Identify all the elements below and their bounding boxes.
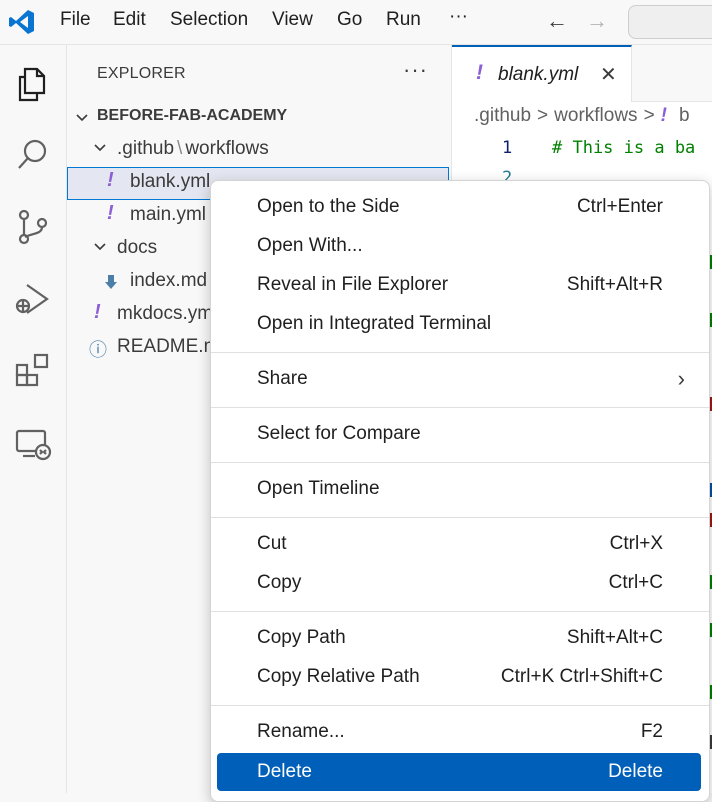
markdown-download-icon [105,275,117,289]
tab-blank-yml[interactable]: ! blank.yml ✕ [452,45,632,102]
shortcut: F2 [640,721,663,742]
menu-item-copy-relative-path[interactable]: Copy Relative Path Ctrl+K Ctrl+Shift+C [217,661,701,694]
breadcrumb-separator: > [643,105,655,126]
extensions-icon[interactable] [13,351,53,391]
title-bar: File Edit Selection View Go Run ··· ← → [0,0,712,45]
folder-label: docs [117,237,158,258]
folder-label: .github \ workflows [117,138,269,159]
yaml-file-icon: ! [660,105,667,126]
shortcut: Ctrl+K Ctrl+Shift+C [500,666,663,687]
shortcut: Shift+Alt+R [566,274,663,295]
file-label: main.yml [130,204,207,225]
menu-item-copy[interactable]: Copy Ctrl+C [217,567,701,600]
yaml-file-icon: ! [94,301,101,323]
command-center-search[interactable] [628,5,712,39]
file-label: blank.yml [130,171,211,192]
remote-explorer-icon[interactable] [13,423,53,463]
root-folder-label: BEFORE-FAB-ACADEMY [97,107,288,124]
breadcrumb-github[interactable]: .github [474,105,531,126]
menu-item-open-with[interactable]: Open With... [217,230,701,263]
menu-item-share[interactable]: Share › [217,363,701,396]
menu-item-delete[interactable]: Delete Delete [217,753,701,791]
menu-file[interactable]: File [60,9,91,31]
menu-divider [211,462,709,463]
chevron-right-icon: › [677,366,685,391]
breadcrumb: .github > workflows >! b [474,105,690,127]
menu-run[interactable]: Run [386,9,421,31]
editor-tabs: ! blank.yml ✕ [452,45,712,102]
explorer-icon[interactable] [13,63,53,103]
shortcut: Delete [608,761,663,782]
chevron-down-icon [94,144,106,152]
chevron-down-icon [94,243,106,251]
menu-item-copy-path[interactable]: Copy Path Shift+Alt+C [217,622,701,655]
line-number: 1 [502,138,513,158]
tree-root-folder[interactable]: BEFORE-FAB-ACADEMY [67,101,449,134]
source-control-icon[interactable] [13,207,53,247]
chevron-down-icon [76,114,88,122]
forward-arrow-icon[interactable]: → [586,8,608,34]
menu-view[interactable]: View [272,9,313,31]
menu-go[interactable]: Go [337,9,362,31]
breadcrumb-workflows[interactable]: workflows [554,105,637,126]
breadcrumb-separator: > [537,105,549,126]
shortcut: Shift+Alt+C [566,627,663,648]
yaml-file-icon: ! [107,202,114,224]
activity-bar [0,45,67,793]
tree-folder-github-workflows[interactable]: .github \ workflows [67,134,449,167]
menu-item-cut[interactable]: Cut Ctrl+X [217,528,701,561]
yaml-file-icon: ! [107,169,114,191]
menu-divider [211,517,709,518]
menu-divider [211,352,709,353]
search-icon[interactable] [13,135,53,175]
close-icon[interactable]: ✕ [600,62,617,87]
run-debug-icon[interactable] [13,279,53,319]
code-line-comment: # This is a ba [552,138,696,158]
menu-item-select-for-compare[interactable]: Select for Compare [217,418,701,451]
menu-item-open-timeline[interactable]: Open Timeline [217,473,701,506]
menu-selection[interactable]: Selection [170,9,248,31]
explorer-title: EXPLORER [97,65,186,82]
back-arrow-icon[interactable]: ← [546,8,568,34]
yaml-file-icon: ! [476,61,483,84]
menu-item-open-to-side[interactable]: Open to the Side Ctrl+Enter [217,191,701,224]
menu-edit[interactable]: Edit [113,9,146,31]
breadcrumb-file[interactable]: b [679,105,690,126]
file-label: index.md [130,270,208,291]
context-menu: Open to the Side Ctrl+Enter Open With...… [210,180,710,802]
menu-item-rename[interactable]: Rename... F2 [217,716,701,749]
tab-label: blank.yml [498,64,579,85]
vscode-logo-icon [9,10,34,34]
menu-item-open-in-terminal[interactable]: Open in Integrated Terminal [217,308,701,341]
info-icon: ⓘ [89,340,107,360]
menu-divider [211,611,709,612]
file-label: mkdocs.yml [117,303,218,324]
menu-divider [211,407,709,408]
shortcut: Ctrl+X [609,533,663,554]
explorer-more-icon[interactable]: ··· [403,57,428,83]
menu-item-reveal-in-explorer[interactable]: Reveal in File Explorer Shift+Alt+R [217,269,701,302]
shortcut: Ctrl+C [608,572,663,593]
menu-more-icon[interactable]: ··· [449,6,468,28]
menu-divider [211,705,709,706]
shortcut: Ctrl+Enter [576,196,663,217]
